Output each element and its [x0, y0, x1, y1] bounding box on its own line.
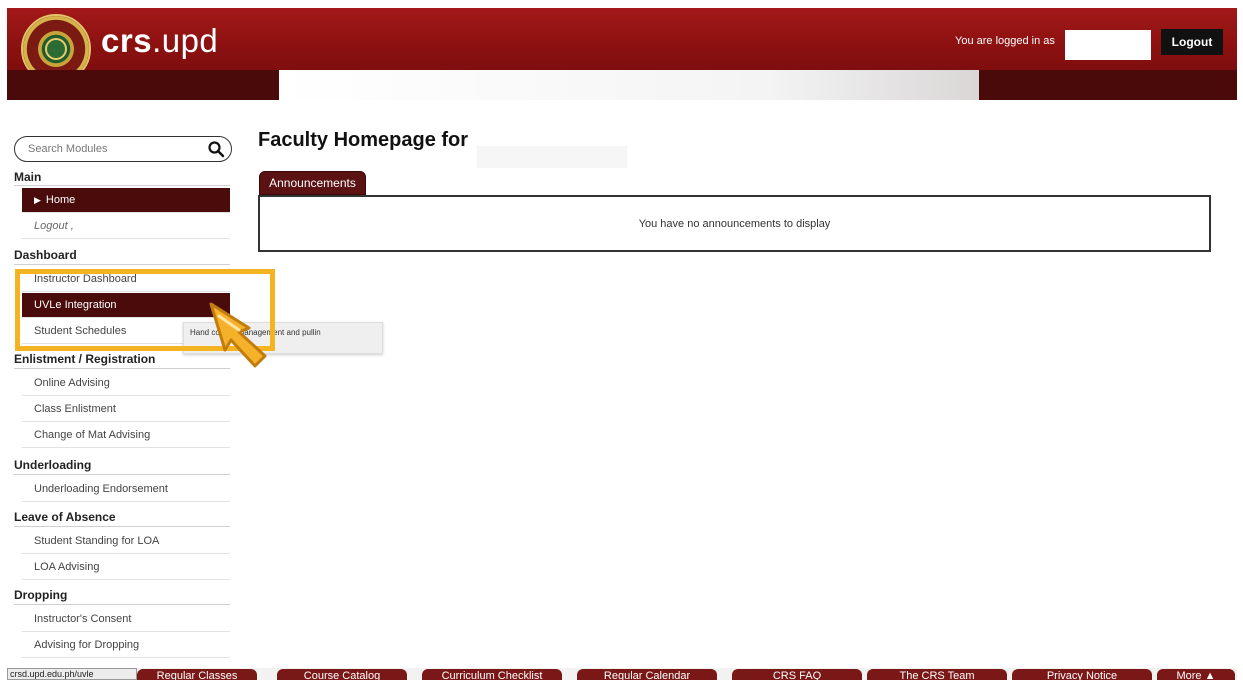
header-banner-strip: [279, 70, 979, 100]
hand-pointer-icon: [209, 302, 267, 368]
section-main: Main: [14, 170, 42, 184]
footer-tab-regular-calendar[interactable]: Regular Calendar: [577, 669, 717, 680]
section-dropping: Dropping: [14, 588, 68, 602]
section-dashboard: Dashboard: [14, 248, 77, 262]
app-window: crs.upd You are logged in as Logout Sear…: [7, 8, 1237, 680]
status-url: crsd.upd.edu.ph/uvle: [7, 668, 137, 680]
footer-tab-curriculum-checklist[interactable]: Curriculum Checklist: [422, 669, 562, 680]
footer-tab-course-catalog[interactable]: Course Catalog: [277, 669, 407, 680]
search-icon[interactable]: [207, 140, 225, 158]
footer-tab-crs-faq[interactable]: CRS FAQ: [732, 669, 862, 680]
sidebar-item-online-advising[interactable]: Online Advising: [22, 371, 230, 396]
sidebar-item-advising-for-dropping[interactable]: Advising for Dropping: [22, 633, 230, 658]
sidebar-item-loa-advising[interactable]: LOA Advising: [22, 555, 230, 580]
page-title: Faculty Homepage for: [258, 129, 469, 151]
logout-button[interactable]: Logout: [1161, 29, 1223, 55]
bullet-arrow-icon: ▶: [34, 194, 41, 205]
sidebar-item-student-standing-loa[interactable]: Student Standing for LOA: [22, 529, 230, 554]
section-leave-of-absence: Leave of Absence: [14, 510, 116, 524]
footer-tab-privacy-notice[interactable]: Privacy Notice: [1012, 669, 1152, 680]
footer-tab-the-crs-team[interactable]: The CRS Team: [867, 669, 1007, 680]
sidebar-item-logout[interactable]: Logout ,: [22, 214, 230, 239]
footer-tab-more[interactable]: More ▲: [1157, 669, 1235, 680]
logged-in-text: You are logged in as: [955, 35, 1055, 47]
footer-tab-regular-classes[interactable]: Regular Classes: [137, 669, 257, 680]
sidebar-item-home[interactable]: ▶ Home: [22, 188, 230, 213]
search-placeholder: Search Modules: [28, 143, 108, 155]
tab-announcements[interactable]: Announcements: [259, 171, 366, 195]
announcements-panel: You have no announcements to display: [258, 195, 1211, 252]
username-box: [1065, 30, 1151, 60]
sidebar-item-underloading-endorsement[interactable]: Underloading Endorsement: [22, 477, 230, 502]
section-underloading: Underloading: [14, 458, 92, 472]
faculty-name-redacted: [477, 146, 627, 168]
sidebar-item-instructors-consent[interactable]: Instructor's Consent: [22, 607, 230, 632]
sidebar-item-change-of-mat[interactable]: Change of Mat Advising: [22, 423, 230, 448]
search-input[interactable]: Search Modules: [14, 136, 232, 162]
empty-announcements-message: You have no announcements to display: [638, 218, 831, 230]
brand-logo[interactable]: crs.upd: [101, 22, 218, 60]
section-enlistment: Enlistment / Registration: [14, 352, 156, 366]
header: crs.upd You are logged in as Logout: [7, 8, 1237, 100]
sidebar-item-class-enlistment[interactable]: Class Enlistment: [22, 397, 230, 422]
